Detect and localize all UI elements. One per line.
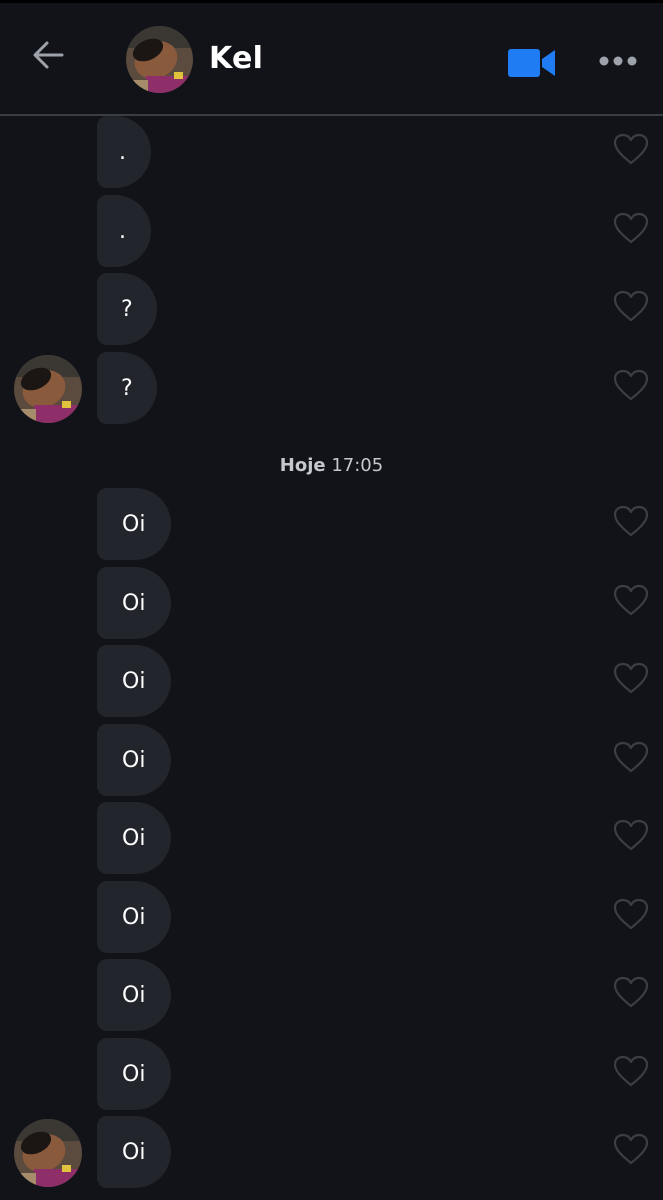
header-divider	[0, 114, 663, 116]
message-text: Oi	[122, 590, 146, 616]
message-text: ?	[121, 375, 133, 401]
video-call-button[interactable]	[506, 45, 558, 81]
heart-outline-icon[interactable]	[613, 1133, 649, 1165]
heart-outline-icon[interactable]	[613, 741, 649, 773]
message-text: .	[119, 218, 126, 244]
chat-header: Kel	[0, 3, 663, 114]
heart-outline-icon[interactable]	[613, 1055, 649, 1087]
message-text: Oi	[122, 982, 146, 1008]
message-text: Oi	[122, 825, 146, 851]
message-bubble[interactable]: Oi	[97, 488, 171, 560]
more-options-button[interactable]	[596, 49, 640, 73]
heart-outline-icon[interactable]	[613, 133, 649, 165]
message-bubble[interactable]: Oi	[97, 1116, 171, 1188]
heart-outline-icon[interactable]	[613, 212, 649, 244]
arrow-left-icon	[31, 40, 65, 74]
contact-name[interactable]: Kel	[209, 41, 263, 76]
heart-outline-icon[interactable]	[613, 819, 649, 851]
message-bubble[interactable]: Oi	[97, 645, 171, 717]
heart-outline-icon[interactable]	[613, 290, 649, 322]
message-text: Oi	[122, 668, 146, 694]
more-horizontal-icon	[596, 56, 640, 77]
message-bubble[interactable]: Oi	[97, 724, 171, 796]
message-text: .	[119, 139, 126, 165]
message-bubble[interactable]: Oi	[97, 1038, 171, 1110]
message-text: ?	[121, 296, 133, 322]
sender-avatar[interactable]	[14, 355, 82, 423]
video-camera-icon	[506, 49, 558, 85]
chat-screen: Kel . . ? ? Hoje 17:05 Oi Oi Oi Oi Oi Oi…	[0, 0, 663, 1200]
date-separator: Hoje 17:05	[0, 455, 663, 476]
message-text: Oi	[122, 1139, 146, 1165]
heart-outline-icon[interactable]	[613, 898, 649, 930]
contact-avatar[interactable]	[126, 26, 193, 93]
message-text: Oi	[122, 904, 146, 930]
message-bubble[interactable]: Oi	[97, 802, 171, 874]
heart-outline-icon[interactable]	[613, 369, 649, 401]
message-bubble[interactable]: Oi	[97, 959, 171, 1031]
message-text: Oi	[122, 1061, 146, 1087]
message-text: Oi	[122, 511, 146, 537]
message-bubble[interactable]: Oi	[97, 567, 171, 639]
heart-outline-icon[interactable]	[613, 976, 649, 1008]
message-bubble[interactable]: ?	[97, 273, 157, 345]
message-bubble[interactable]: ?	[97, 352, 157, 424]
sender-avatar[interactable]	[14, 1119, 82, 1187]
heart-outline-icon[interactable]	[613, 505, 649, 537]
back-button[interactable]	[28, 37, 68, 77]
date-separator-day: Hoje	[279, 455, 326, 476]
heart-outline-icon[interactable]	[613, 662, 649, 694]
message-bubble[interactable]: .	[97, 195, 151, 267]
message-bubble[interactable]: Oi	[97, 881, 171, 953]
message-bubble[interactable]: .	[97, 116, 151, 188]
date-separator-time: 17:05	[331, 455, 384, 476]
heart-outline-icon[interactable]	[613, 584, 649, 616]
message-text: Oi	[122, 747, 146, 773]
